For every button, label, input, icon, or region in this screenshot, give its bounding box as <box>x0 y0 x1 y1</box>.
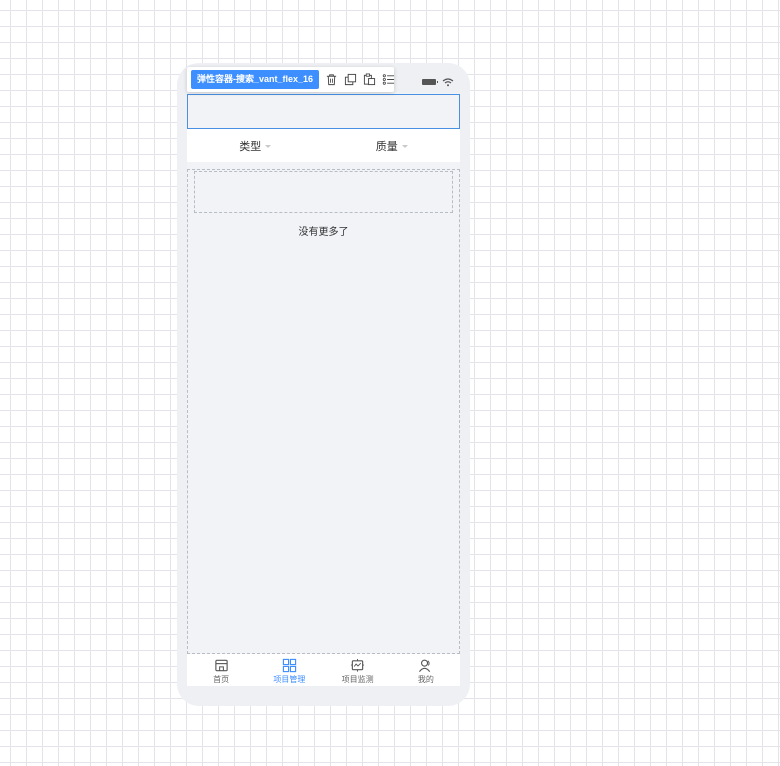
tab-home[interactable]: 首页 <box>187 654 255 686</box>
tab-project-monitoring[interactable]: 项目监测 <box>324 654 392 686</box>
delete-icon[interactable] <box>325 73 338 86</box>
tab-mine[interactable]: 我的 <box>392 654 460 686</box>
filter-quality-label: 质量 <box>375 139 398 153</box>
tab-home-label: 首页 <box>213 675 230 684</box>
component-name-tag[interactable]: 弹性容器-搜索_vant_flex_16 <box>191 70 320 89</box>
list-settings-icon[interactable] <box>382 73 395 86</box>
tab-project-monitoring-label: 项目监测 <box>341 675 374 684</box>
monitor-icon <box>351 658 365 672</box>
component-toolbar: 弹性容器-搜索_vant_flex_16 <box>187 67 395 92</box>
list-item-slot[interactable] <box>194 171 453 213</box>
filter-type-label: 类型 <box>239 139 262 153</box>
tab-mine-label: 我的 <box>417 675 434 684</box>
phone-frame: 类型 质量 没有更多了 首页 项目管理 项目监测 我的 <box>177 63 470 706</box>
store-icon <box>214 659 228 672</box>
list-finished-text: 没有更多了 <box>298 227 349 238</box>
caret-down-icon <box>265 145 272 148</box>
user-icon <box>419 659 431 672</box>
status-bar <box>422 77 454 87</box>
filter-quality[interactable]: 质量 <box>324 129 461 162</box>
tab-project-management-label: 项目管理 <box>273 675 306 684</box>
filter-type[interactable]: 类型 <box>187 129 324 162</box>
grid-icon <box>282 658 297 673</box>
search-flex-container[interactable] <box>187 94 460 129</box>
caret-down-icon <box>401 145 408 148</box>
tabbar: 首页 项目管理 项目监测 我的 <box>187 654 460 686</box>
list-container: 没有更多了 <box>187 169 460 654</box>
battery-icon <box>422 79 438 85</box>
dropdown-menu: 类型 质量 <box>187 129 460 162</box>
phone-screen: 类型 质量 没有更多了 首页 项目管理 项目监测 我的 <box>187 93 460 686</box>
paste-icon[interactable] <box>363 73 376 86</box>
wifi-icon <box>442 78 454 87</box>
tab-project-management[interactable]: 项目管理 <box>255 654 323 686</box>
copy-icon[interactable] <box>344 73 357 86</box>
